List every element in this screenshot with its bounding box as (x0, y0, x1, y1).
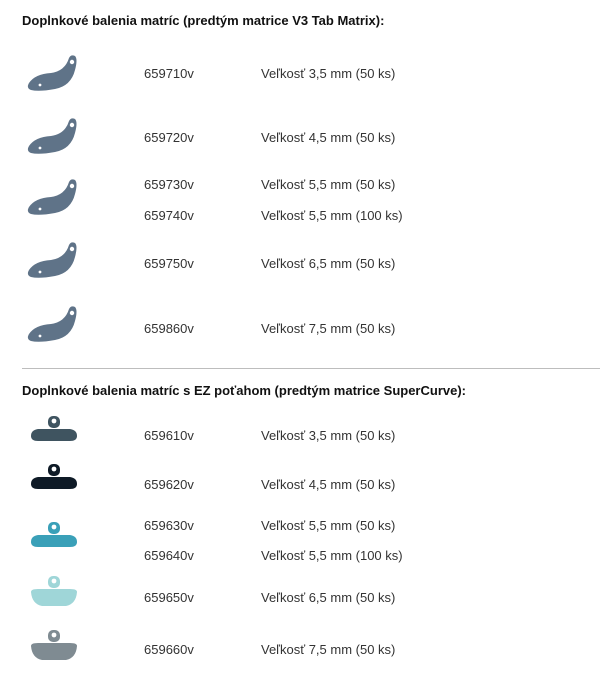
section-title: Doplnkové balenia matríc (predtým matric… (22, 13, 385, 28)
product-code: 659730v (144, 177, 194, 192)
product-description: Veľkosť 5,5 mm (100 ks) (261, 208, 403, 223)
ez-coated-matrix-icon (31, 416, 77, 441)
section-divider (22, 368, 600, 369)
ez-coated-matrix-icon (31, 464, 77, 489)
curved-matrix-band-icon (27, 179, 77, 215)
product-description: Veľkosť 6,5 mm (50 ks) (261, 590, 396, 605)
curved-matrix-band-icon (27, 118, 77, 154)
product-code: 659860v (144, 321, 194, 336)
ez-coated-matrix-icon (31, 522, 77, 547)
curved-matrix-band-icon (27, 242, 77, 278)
product-description: Veľkosť 4,5 mm (50 ks) (261, 130, 396, 145)
product-description: Veľkosť 3,5 mm (50 ks) (261, 66, 396, 81)
product-description: Veľkosť 4,5 mm (50 ks) (261, 477, 396, 492)
section-title: Doplnkové balenia matríc s EZ poťahom (p… (22, 383, 466, 398)
curved-matrix-band-icon (27, 306, 77, 342)
product-code: 659650v (144, 590, 194, 605)
ez-coated-matrix-icon (31, 576, 77, 606)
product-code: 659740v (144, 208, 194, 223)
product-code: 659720v (144, 130, 194, 145)
product-description: Veľkosť 6,5 mm (50 ks) (261, 256, 396, 271)
product-code: 659610v (144, 428, 194, 443)
product-code: 659660v (144, 642, 194, 657)
product-code: 659710v (144, 66, 194, 81)
product-description: Veľkosť 3,5 mm (50 ks) (261, 428, 396, 443)
curved-matrix-band-icon (27, 55, 77, 91)
product-description: Veľkosť 7,5 mm (50 ks) (261, 642, 396, 657)
product-code: 659620v (144, 477, 194, 492)
product-description: Veľkosť 7,5 mm (50 ks) (261, 321, 396, 336)
ez-coated-matrix-icon (31, 630, 77, 660)
product-description: Veľkosť 5,5 mm (100 ks) (261, 548, 403, 563)
product-description: Veľkosť 5,5 mm (50 ks) (261, 177, 396, 192)
product-code: 659640v (144, 548, 194, 563)
product-code: 659630v (144, 518, 194, 533)
product-code: 659750v (144, 256, 194, 271)
product-description: Veľkosť 5,5 mm (50 ks) (261, 518, 396, 533)
